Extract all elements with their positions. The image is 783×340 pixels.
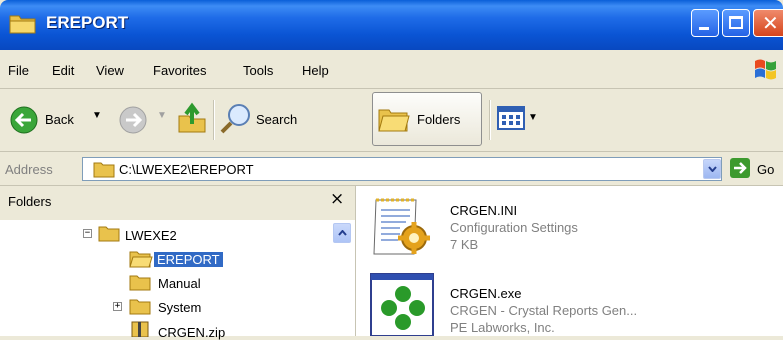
file-size-crgen-ini: 7 KB xyxy=(450,237,479,252)
crystal-reports-icon[interactable] xyxy=(369,272,437,336)
file-type-crgen-ini: Configuration Settings xyxy=(450,220,578,235)
go-button[interactable] xyxy=(730,158,750,178)
address-label: Address xyxy=(5,162,53,177)
tree-item-manual[interactable]: Manual xyxy=(158,276,201,291)
back-arrow-icon[interactable] xyxy=(9,105,39,135)
search-label[interactable]: Search xyxy=(256,112,297,127)
views-dropdown-icon[interactable]: ▼ xyxy=(528,112,538,123)
menu-file[interactable]: File xyxy=(8,63,29,78)
file-name-crgen-ini[interactable]: CRGEN.INI xyxy=(450,203,517,218)
back-label[interactable]: Back xyxy=(45,112,74,127)
folder-icon xyxy=(93,162,115,178)
tree-item-system[interactable]: System xyxy=(158,300,201,315)
search-icon[interactable] xyxy=(219,102,253,136)
tree-item-ereport[interactable]: EREPORT xyxy=(154,252,223,267)
minimize-button[interactable] xyxy=(691,9,719,37)
tree-item-crgen-zip[interactable]: CRGEN.zip xyxy=(158,325,225,340)
file-description-crgen-exe: CRGEN - Crystal Reports Gen... xyxy=(450,303,638,318)
close-button[interactable]: ✕ xyxy=(753,9,783,37)
back-dropdown-icon[interactable]: ▼ xyxy=(92,110,102,121)
file-name-crgen-exe[interactable]: CRGEN.exe xyxy=(450,286,522,301)
tree-item-lwexe2[interactable]: LWEXE2 xyxy=(125,228,177,243)
forward-arrow-icon[interactable] xyxy=(118,105,148,135)
open-folder-icon xyxy=(129,251,153,268)
close-icon[interactable]: × xyxy=(330,189,344,209)
maximize-button[interactable] xyxy=(722,9,750,37)
chevron-down-icon xyxy=(708,166,717,172)
menu-favorites[interactable]: Favorites xyxy=(153,63,206,78)
config-settings-icon[interactable] xyxy=(370,196,434,258)
folder-icon xyxy=(129,275,151,291)
windows-logo-icon xyxy=(755,59,776,80)
address-value[interactable]: C:\LWEXE2\EREPORT xyxy=(119,162,254,177)
collapse-expander[interactable]: − xyxy=(83,229,92,238)
folder-icon xyxy=(129,299,151,315)
menu-tools[interactable]: Tools xyxy=(243,63,273,78)
folders-pane-title: Folders xyxy=(8,194,52,209)
views-icon[interactable] xyxy=(497,106,525,130)
scroll-up-button[interactable] xyxy=(333,223,351,243)
forward-dropdown-icon[interactable]: ▼ xyxy=(157,110,167,121)
folder-icon xyxy=(9,15,36,34)
menu-help[interactable]: Help xyxy=(302,63,329,78)
folder-icon xyxy=(98,226,120,242)
go-label[interactable]: Go xyxy=(757,162,774,177)
zip-folder-icon xyxy=(131,321,149,337)
menu-edit[interactable]: Edit xyxy=(52,63,74,78)
window-title: EREPORT xyxy=(46,13,129,32)
close-icon: ✕ xyxy=(762,11,779,35)
file-company-crgen-exe: PE Labworks, Inc. xyxy=(450,320,555,335)
expand-expander[interactable]: + xyxy=(113,302,122,311)
up-folder-icon[interactable] xyxy=(176,100,208,134)
folders-pane-header xyxy=(0,186,355,220)
chevron-up-icon xyxy=(338,230,347,236)
folders-icon xyxy=(378,109,410,132)
folders-label[interactable]: Folders xyxy=(417,112,460,127)
go-arrow-icon xyxy=(734,162,747,174)
address-dropdown-button[interactable] xyxy=(703,159,721,179)
menu-view[interactable]: View xyxy=(96,63,124,78)
